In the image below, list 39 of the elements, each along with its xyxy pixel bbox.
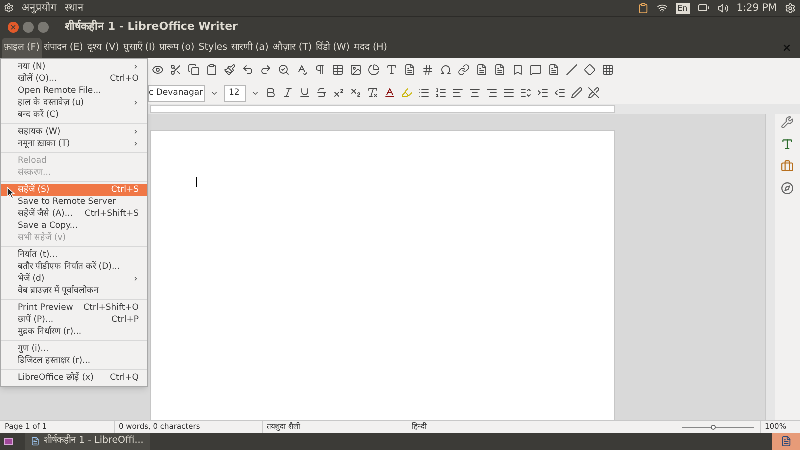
file-menu-item[interactable]: बन्द करें (C) xyxy=(1,109,147,121)
menu-item[interactable]: संपादन (E) xyxy=(42,38,86,58)
file-menu-item[interactable]: खोलें (O)... Ctrl+O xyxy=(1,73,147,85)
window-title: शीर्षकहीन 1 - LibreOffice Writer xyxy=(65,19,238,36)
menu-item[interactable]: औज़ार (T) xyxy=(270,38,314,58)
menu-item[interactable]: फ़ाइल (F) xyxy=(2,38,42,58)
taskbar-window-button[interactable]: शीर्षकहीन 1 - LibreOffi... xyxy=(25,433,150,450)
file-menu-item[interactable]: डिजिटल हस्ताक्षर (r)... xyxy=(1,355,147,367)
menu-item[interactable]: सारणी (a) xyxy=(230,38,271,58)
file-menu-item[interactable]: मुद्रक निर्धारण (r)... xyxy=(1,326,147,338)
panel-menu[interactable]: अनुप्रयोग xyxy=(22,0,57,16)
file-menu-item[interactable]: नमूना ख़ाका (T) xyxy=(1,138,147,150)
panel-menu[interactable]: स्थान xyxy=(65,0,84,16)
clock[interactable]: 1:29 PM xyxy=(736,0,777,16)
file-menu-item[interactable]: निर्यात (t)... xyxy=(1,249,147,261)
window-button-label: शीर्षकहीन 1 - LibreOffi... xyxy=(44,434,144,448)
menu-item[interactable]: विंडो (W) xyxy=(314,38,352,58)
file-menu-item[interactable]: Save to Remote Server xyxy=(1,196,147,208)
menu-item[interactable]: Styles xyxy=(196,38,230,58)
menu-item[interactable]: दृश्य (V) xyxy=(85,38,122,58)
file-menu-item[interactable]: LibreOffice छोड़ें (x) Ctrl+Q xyxy=(1,372,147,384)
file-menu-item[interactable]: नया (N) xyxy=(1,61,147,73)
keyboard-indicator[interactable]: En xyxy=(676,2,690,14)
file-menu-item[interactable]: बतौर पीडीएफ निर्यात करें (D)... xyxy=(1,261,147,273)
file-menu-item[interactable]: गुण (i)... xyxy=(1,343,147,355)
file-menu-item[interactable]: छापें (P)... Ctrl+P xyxy=(1,314,147,326)
menu-item[interactable]: मदद (H) xyxy=(352,38,390,58)
font-name-field[interactable]: c Devanagar xyxy=(148,84,205,102)
file-menu-item[interactable]: Print Preview Ctrl+Shift+O xyxy=(1,302,147,314)
menu-item[interactable]: घुसाएँ (I) xyxy=(121,38,158,58)
file-menu-item[interactable]: हाल के दस्तावेज़ (u) xyxy=(1,97,147,109)
file-menu-item[interactable]: Open Remote File... xyxy=(1,85,147,97)
menu-item[interactable]: प्रारूप (o) xyxy=(158,38,197,58)
file-menu-item[interactable]: सहायक (W) xyxy=(1,126,147,138)
file-menu-item[interactable]: भेजें (d) xyxy=(1,273,147,285)
file-menu-item[interactable]: Save a Copy... xyxy=(1,220,147,232)
font-size-field[interactable]: 12 xyxy=(224,84,246,102)
file-menu-item[interactable]: सहेजें जैसे (A)... Ctrl+Shift+S xyxy=(1,208,147,220)
file-menu-item[interactable]: वेब ब्राउज़र में पूर्वावलोकन xyxy=(1,285,147,297)
